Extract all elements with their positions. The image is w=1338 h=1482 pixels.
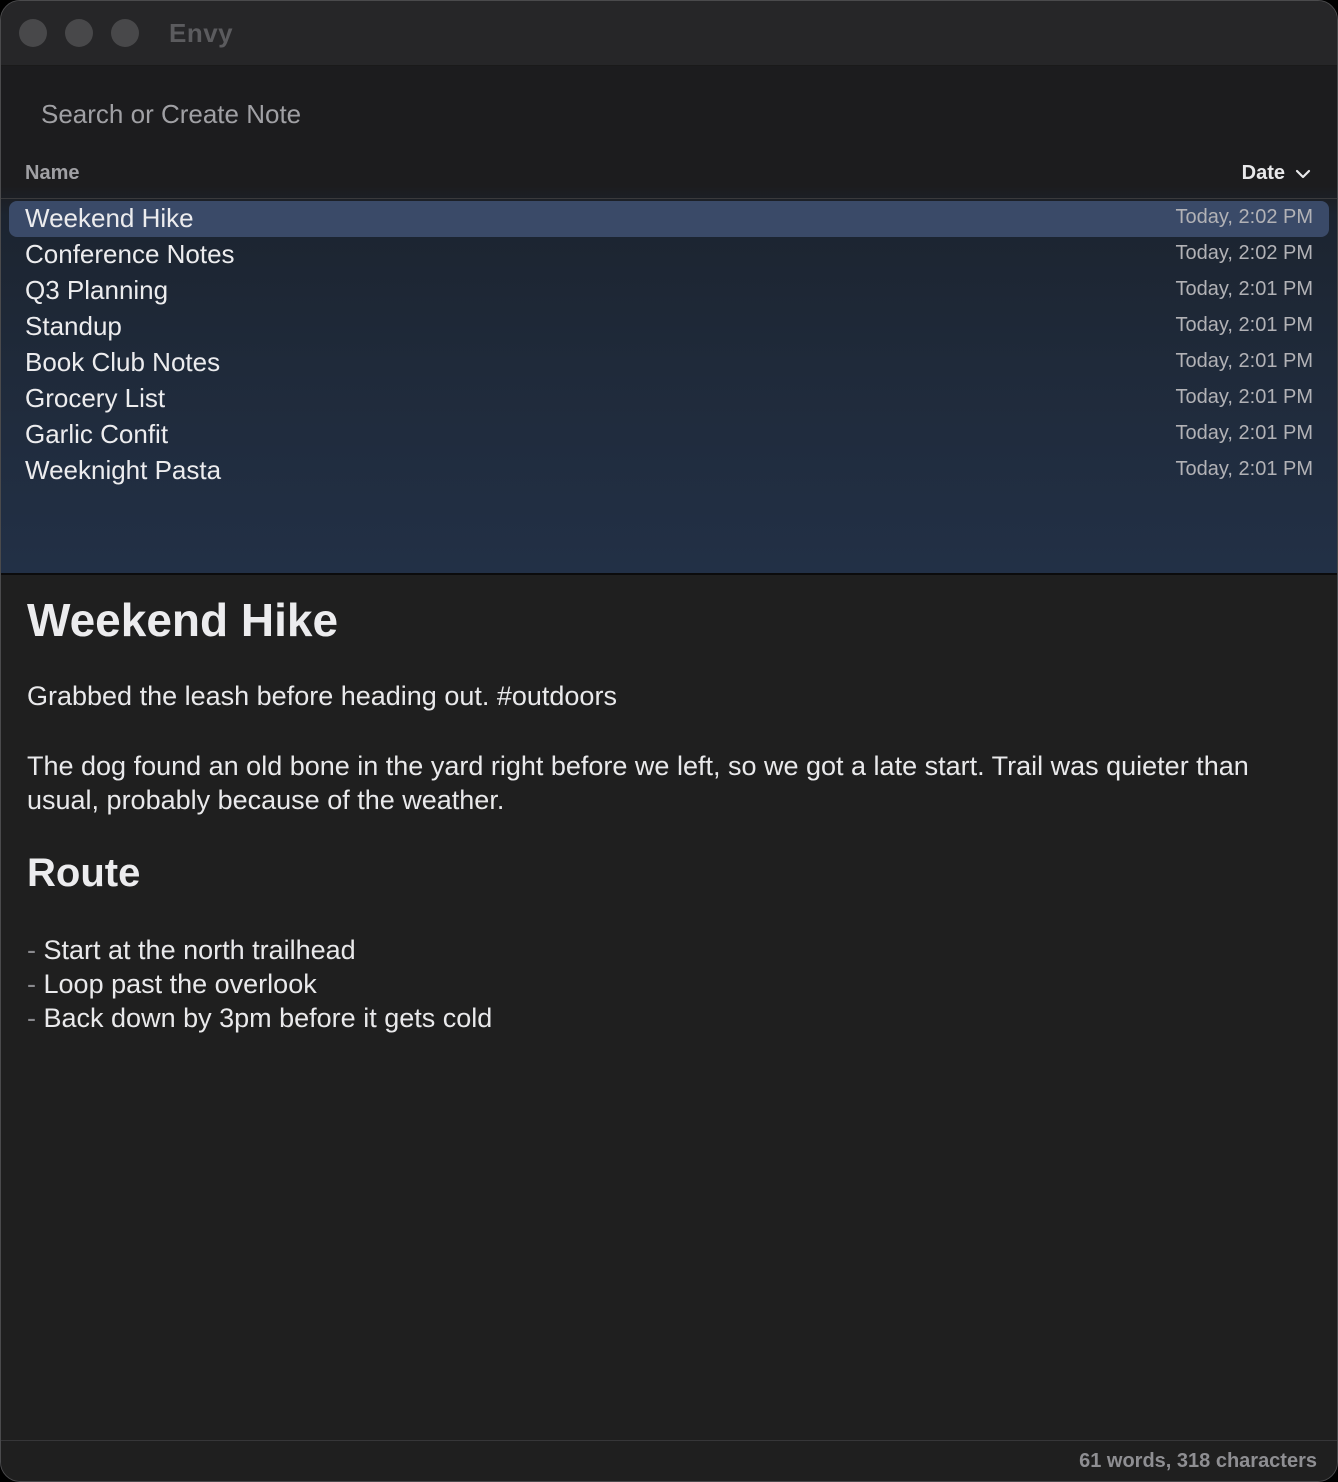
search-input[interactable] (23, 90, 1313, 138)
list-marker: - (27, 969, 36, 999)
note-title: Grocery List (25, 383, 166, 413)
list-item[interactable]: - Back down by 3pm before it gets cold (27, 1001, 492, 1035)
note-date: Today, 2:01 PM (1175, 278, 1313, 300)
note-date: Today, 2:02 PM (1175, 242, 1313, 264)
note-row-standup[interactable]: Standup Today, 2:01 PM (9, 309, 1329, 345)
note-title: Conference Notes (25, 239, 235, 269)
note-title: Q3 Planning (25, 275, 169, 305)
note-date: Today, 2:01 PM (1175, 386, 1313, 408)
chevron-down-icon (1295, 169, 1311, 178)
list-item[interactable]: - Start at the north trailhead (27, 933, 492, 967)
list-item-text: Back down by 3pm before it gets cold (43, 1003, 493, 1033)
note-row-weeknight-pasta[interactable]: Weeknight Pasta Today, 2:01 PM (9, 453, 1329, 489)
note-row-conference-notes[interactable]: Conference Notes Today, 2:02 PM (9, 237, 1329, 273)
note-row-q3-planning[interactable]: Q3 Planning Today, 2:01 PM (9, 273, 1329, 309)
name-column-header[interactable]: Name (25, 162, 79, 185)
list-item-text: Start at the north trailhead (43, 935, 356, 965)
note-paragraph[interactable]: Grabbed the leash before heading out. #o… (27, 681, 617, 712)
note-subheading[interactable]: Route (27, 851, 140, 896)
note-title: Weeknight Pasta (25, 455, 222, 485)
note-date: Today, 2:01 PM (1175, 458, 1313, 480)
note-title: Book Club Notes (25, 347, 221, 377)
list-marker: - (27, 935, 36, 965)
list-item[interactable]: - Loop past the overlook (27, 967, 492, 1001)
window-title: Envy (169, 18, 234, 48)
note-editor[interactable]: Weekend Hike Grabbed the leash before he… (1, 575, 1337, 1441)
note-row-weekend-hike[interactable]: Weekend Hike Today, 2:02 PM (9, 201, 1329, 237)
note-heading[interactable]: Weekend Hike (27, 593, 338, 647)
date-column-label: Date (1241, 162, 1285, 184)
note-date: Today, 2:02 PM (1175, 206, 1313, 228)
note-title: Standup (25, 311, 122, 341)
note-date: Today, 2:01 PM (1175, 422, 1313, 444)
note-date: Today, 2:01 PM (1175, 314, 1313, 336)
zoom-window-button[interactable] (111, 19, 139, 47)
note-row-garlic-confit[interactable]: Garlic Confit Today, 2:01 PM (9, 417, 1329, 453)
app-window: Envy Name Date Weekend Hike Today, 2:02 … (0, 0, 1338, 1482)
note-title: Garlic Confit (25, 419, 169, 449)
note-list: Weekend Hike Today, 2:02 PM Conference N… (1, 201, 1337, 489)
note-paragraph[interactable]: The dog found an old bone in the yard ri… (27, 749, 1307, 817)
list-item-text: Loop past the overlook (43, 969, 317, 999)
note-title: Weekend Hike (25, 203, 194, 233)
note-list-block: - Start at the north trailhead - Loop pa… (27, 933, 492, 1035)
note-row-book-club-notes[interactable]: Book Club Notes Today, 2:01 PM (9, 345, 1329, 381)
minimize-window-button[interactable] (65, 19, 93, 47)
close-window-button[interactable] (19, 19, 47, 47)
status-bar: 61 words, 318 characters (1, 1440, 1337, 1481)
note-date: Today, 2:01 PM (1175, 350, 1313, 372)
column-header: Name Date (1, 156, 1337, 199)
word-count: 61 words, 318 characters (1079, 1450, 1317, 1472)
date-column-header[interactable]: Date (1242, 162, 1313, 185)
title-bar: Envy (1, 1, 1337, 66)
list-marker: - (27, 1003, 36, 1033)
note-row-grocery-list[interactable]: Grocery List Today, 2:01 PM (9, 381, 1329, 417)
note-list-pane: Name Date Weekend Hike Today, 2:02 PM Co… (1, 66, 1337, 573)
